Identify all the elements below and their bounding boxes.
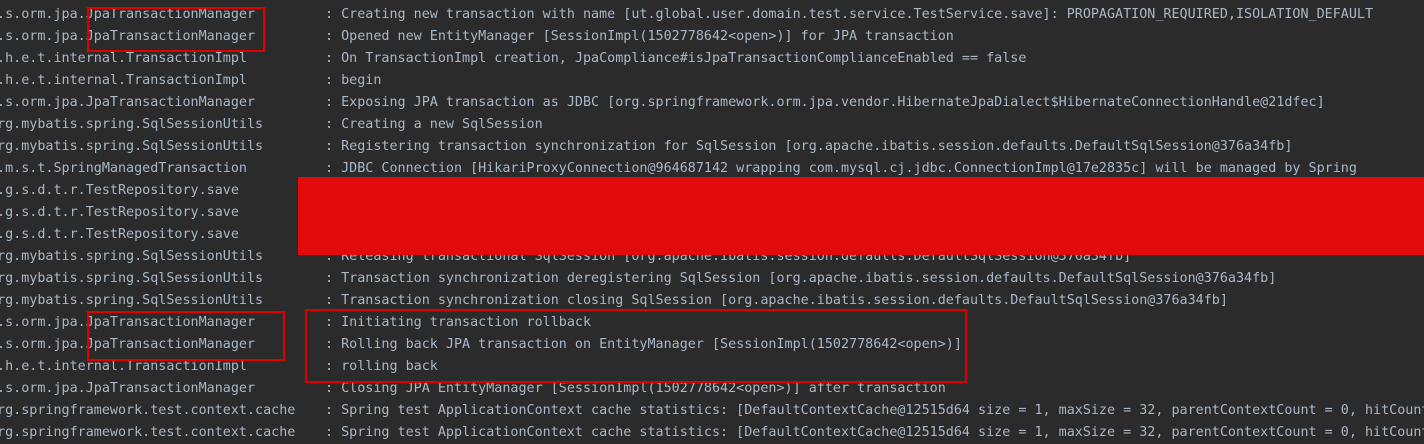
log-message: : Spring test ApplicationContext cache s… — [325, 425, 1424, 440]
log-line: o.h.e.t.internal.TransactionImpl : begin — [0, 70, 1424, 92]
log-logger-name: o.s.orm.jpa.JpaTransactionManager — [0, 381, 256, 396]
log-logger-name: org.mybatis.spring.SqlSessionUtils — [0, 293, 264, 308]
log-message: : Spring test ApplicationContext cache s… — [325, 403, 1424, 418]
log-logger-name: o.s.orm.jpa.JpaTransactionManager — [0, 315, 256, 330]
log-message: : Registering transaction synchronizatio… — [325, 139, 1293, 154]
log-line: o.s.orm.jpa.JpaTransactionManager : Initi… — [0, 312, 1424, 334]
log-logger-name: u.g.s.d.t.r.TestRepository.save — [0, 183, 239, 198]
log-line: o.s.orm.jpa.JpaTransactionManager : Closi… — [0, 378, 1424, 400]
log-message: : Creating new transaction with name [ut… — [325, 7, 1374, 22]
log-message: : Exposing JPA transaction as JDBC [org.… — [325, 95, 1325, 110]
log-line: org.mybatis.spring.SqlSessionUtils : Crea… — [0, 114, 1424, 136]
log-logger-name: o.h.e.t.internal.TransactionImpl — [0, 51, 247, 66]
log-logger-name: org.mybatis.spring.SqlSessionUtils — [0, 271, 264, 286]
log-line: org.mybatis.spring.SqlSessionUtils : Regi… — [0, 136, 1424, 158]
log-message: : Transaction synchronization closing Sq… — [325, 293, 1228, 308]
log-message: : begin — [325, 73, 382, 88]
log-logger-name: o.h.e.t.internal.TransactionImpl — [0, 359, 247, 374]
log-logger-name: o.s.orm.jpa.JpaTransactionManager — [0, 95, 256, 110]
log-logger-name: u.g.s.d.t.r.TestRepository.save — [0, 205, 239, 220]
log-line: org.mybatis.spring.SqlSessionUtils : Tran… — [0, 290, 1424, 312]
log-message: : Opened new EntityManager [SessionImpl(… — [325, 29, 954, 44]
log-logger-name: org.springframework.test.context.cache — [0, 403, 296, 418]
log-line: org.springframework.test.context.cache : … — [0, 400, 1424, 422]
log-logger-name: org.springframework.test.context.cache — [0, 425, 296, 440]
log-logger-name: o.s.orm.jpa.JpaTransactionManager — [0, 7, 256, 22]
log-line: o.s.orm.jpa.JpaTransactionManager : Creat… — [0, 4, 1424, 26]
log-line: o.h.e.t.internal.TransactionImpl : rollin… — [0, 356, 1424, 378]
log-logger-name: o.h.e.t.internal.TransactionImpl — [0, 73, 247, 88]
log-line: o.s.orm.jpa.JpaTransactionManager : Expos… — [0, 92, 1424, 114]
log-logger-name: org.mybatis.spring.SqlSessionUtils — [0, 117, 264, 132]
log-message: : Rolling back JPA transaction on Entity… — [325, 337, 962, 352]
log-message: : Transaction synchronization deregister… — [325, 271, 1277, 286]
log-logger-name: o.s.orm.jpa.JpaTransactionManager — [0, 337, 256, 352]
log-logger-name: o.m.s.t.SpringManagedTransaction — [0, 161, 247, 176]
log-line: org.mybatis.spring.SqlSessionUtils : Tran… — [0, 268, 1424, 290]
log-line: o.s.orm.jpa.JpaTransactionManager : Rolli… — [0, 334, 1424, 356]
log-line: o.s.orm.jpa.JpaTransactionManager : Opene… — [0, 26, 1424, 48]
redaction-block — [298, 177, 1424, 255]
log-message: : On TransactionImpl creation, JpaCompli… — [325, 51, 1027, 66]
log-line: org.springframework.test.context.cache : … — [0, 422, 1424, 444]
log-line: o.h.e.t.internal.TransactionImpl : On Tra… — [0, 48, 1424, 70]
log-logger-name: o.s.orm.jpa.JpaTransactionManager — [0, 29, 256, 44]
log-logger-name: u.g.s.d.t.r.TestRepository.save — [0, 227, 239, 242]
log-message: : rolling back — [325, 359, 438, 374]
log-logger-name: org.mybatis.spring.SqlSessionUtils — [0, 249, 264, 264]
log-message: : Initiating transaction rollback — [325, 315, 592, 330]
log-message: : Closing JPA EntityManager [SessionImpl… — [325, 381, 946, 396]
log-message: : Creating a new SqlSession — [325, 117, 543, 132]
log-logger-name: org.mybatis.spring.SqlSessionUtils — [0, 139, 264, 154]
